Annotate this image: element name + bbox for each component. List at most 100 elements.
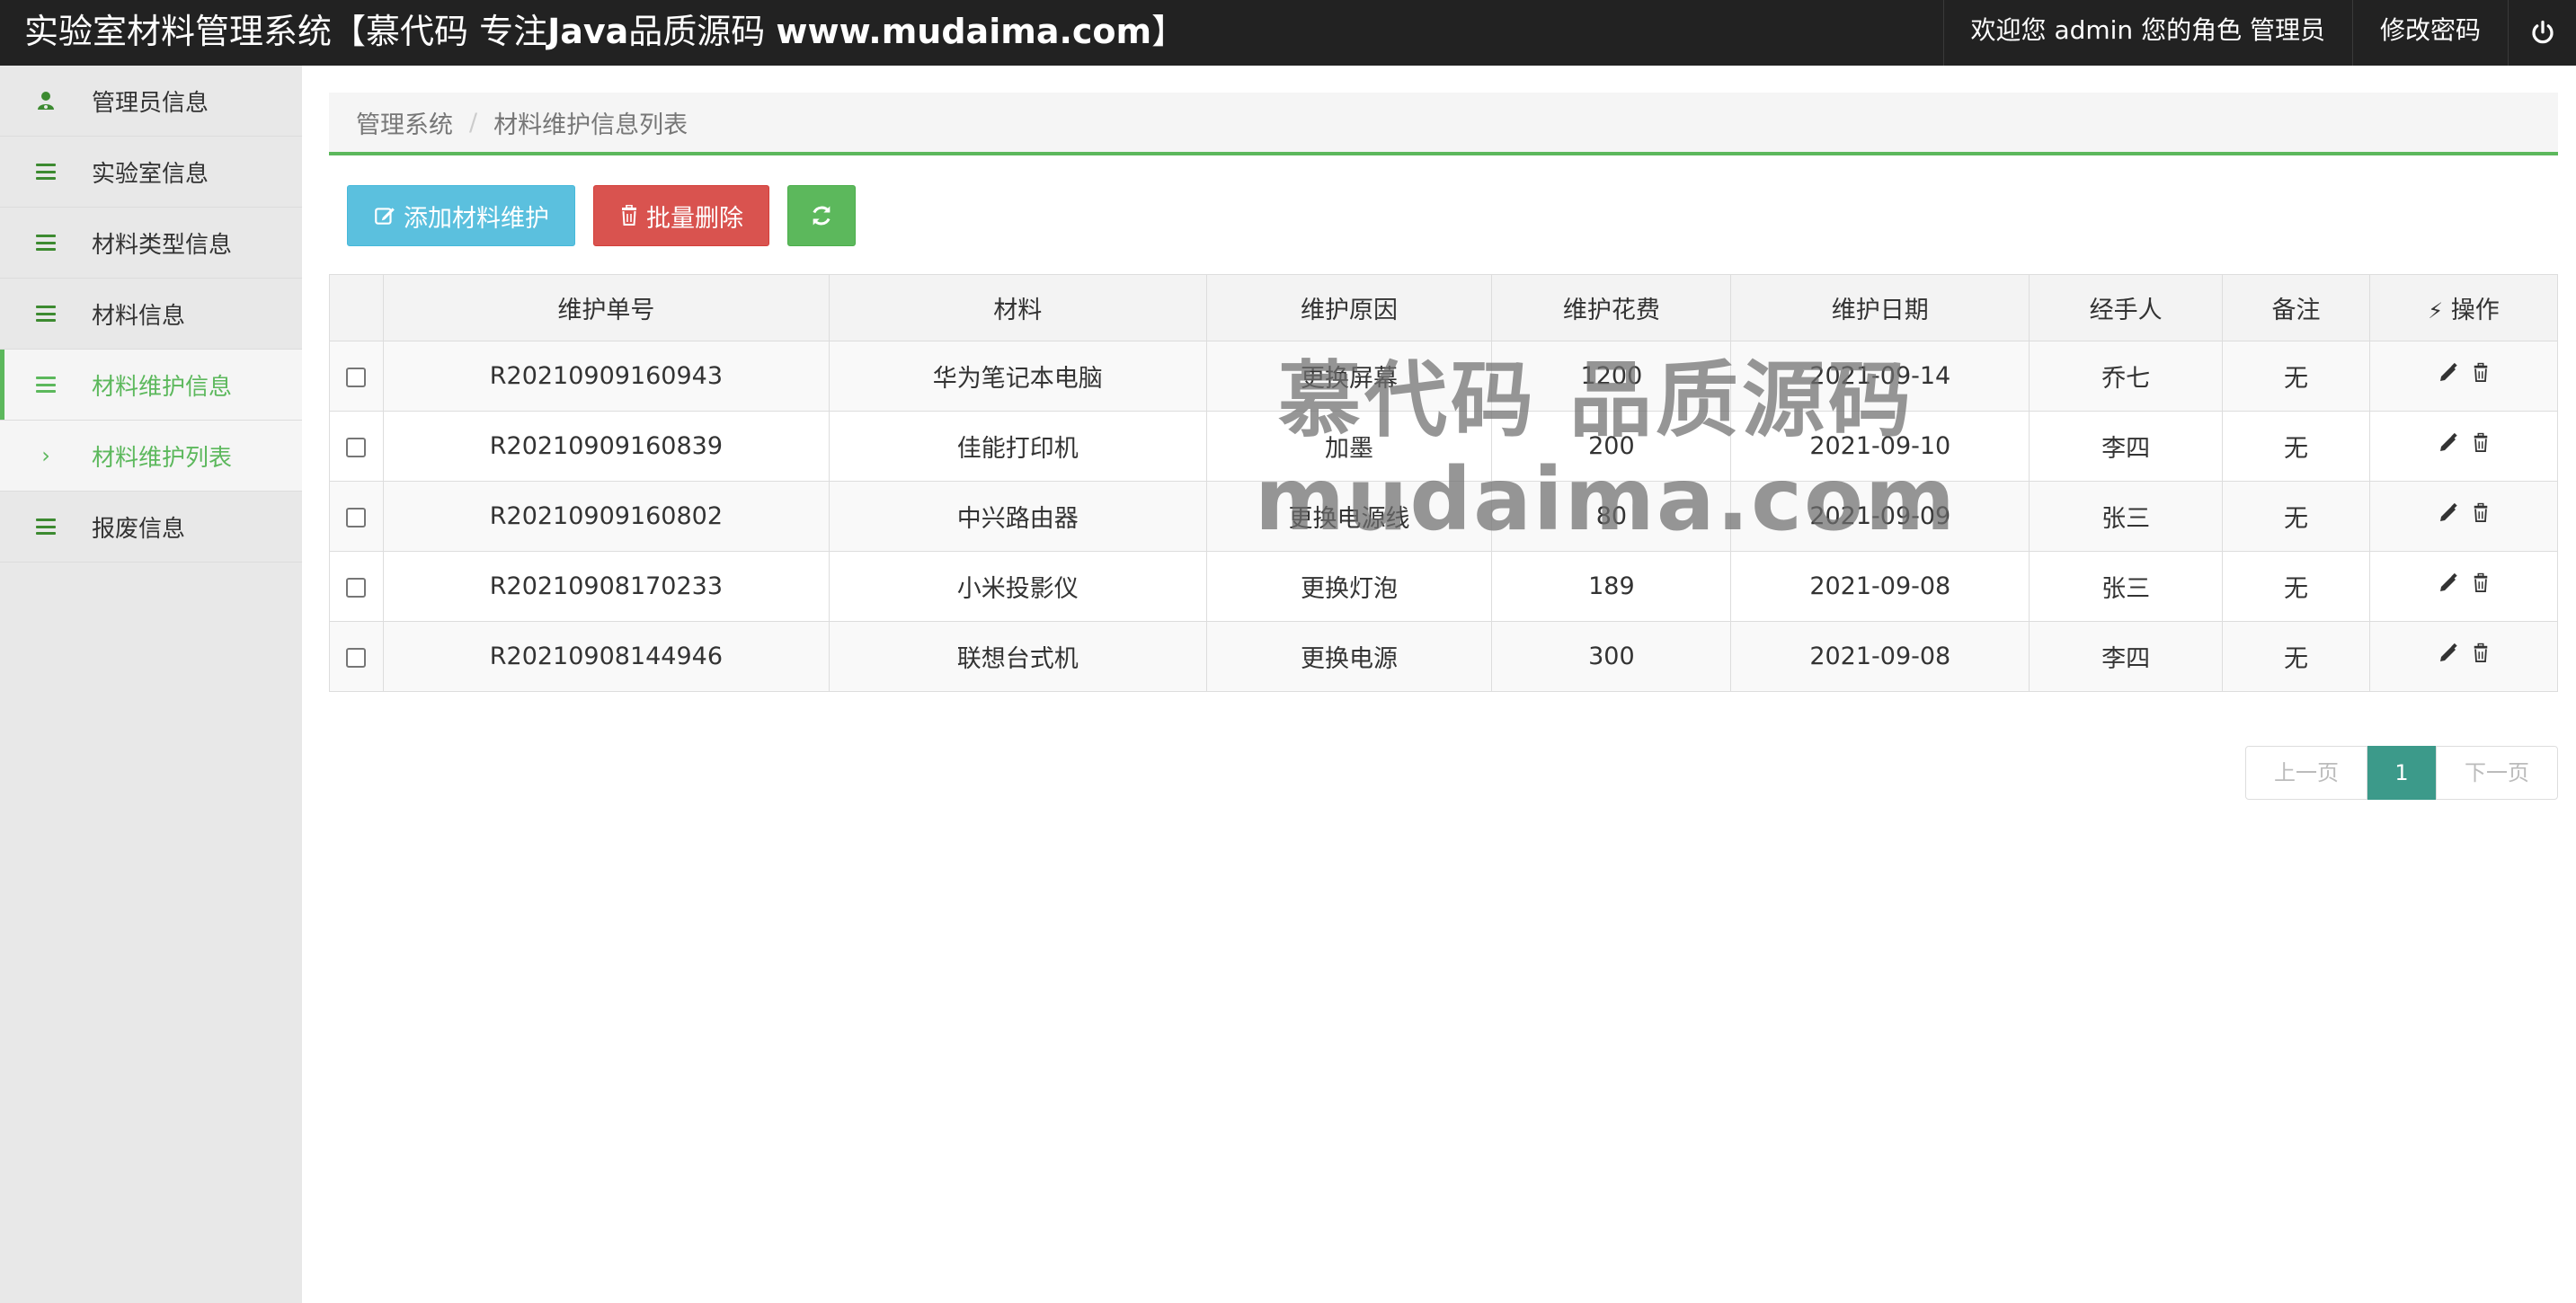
sidebar-item-material-type[interactable]: 材料类型信息 <box>0 208 302 279</box>
row-checkbox[interactable] <box>346 437 367 457</box>
cell-date: 2021-09-10 <box>1730 411 2030 482</box>
cell-cost: 200 <box>1491 411 1732 482</box>
cell-maintenance-no: R20210909160839 <box>382 411 830 482</box>
pencil-icon[interactable] <box>2438 502 2459 524</box>
cell-maintenance-no: R20210909160802 <box>382 481 830 552</box>
cell-reason: 更换灯泡 <box>1205 551 1493 622</box>
header-handler[interactable]: 经手人 <box>2029 274 2224 341</box>
breadcrumb-current: 材料维护信息列表 <box>493 111 688 139</box>
cell-maintenance-no: R20210909160943 <box>382 341 830 412</box>
trash-icon[interactable] <box>2472 502 2490 524</box>
sidebar-item-label: 实验室信息 <box>92 160 209 188</box>
app-title-suffix: 】 <box>1151 12 1186 51</box>
app-title-prefix: 实验室材料管理系统【慕代码 专注 <box>24 12 548 51</box>
cell-actions <box>2369 481 2558 552</box>
sidebar-item-label: 报废信息 <box>92 515 186 543</box>
row-checkbox[interactable] <box>346 577 367 598</box>
add-maintenance-label: 添加材料维护 <box>404 204 549 233</box>
trash-icon[interactable] <box>2472 432 2490 454</box>
sidebar-item-material-info[interactable]: 材料信息 <box>0 279 302 350</box>
cell-reason: 加墨 <box>1205 411 1493 482</box>
cell-note: 无 <box>2222 551 2371 622</box>
table-row: R20210909160839 佳能打印机 加墨 200 2021-09-10 … <box>329 411 2558 482</box>
cell-actions <box>2369 551 2558 622</box>
row-checkbox-cell <box>329 621 384 692</box>
cell-actions <box>2369 341 2558 412</box>
sidebar-subitem-maintenance-list[interactable]: › 材料维护列表 <box>0 421 302 492</box>
header-maintenance-no[interactable]: 维护单号 <box>382 274 830 341</box>
cell-date: 2021-09-08 <box>1730 551 2030 622</box>
header-reason[interactable]: 维护原因 <box>1205 274 1493 341</box>
table-row: R20210908144946 联想台式机 更换电源 300 2021-09-0… <box>329 621 2558 692</box>
sidebar-item-maintenance-info[interactable]: 材料维护信息 <box>0 350 302 421</box>
list-icon <box>0 164 92 180</box>
cell-maintenance-no: R20210908170233 <box>382 551 830 622</box>
header-actions-label: 操作 <box>2450 297 2500 324</box>
main-content: 管理系统 / 材料维护信息列表 添加材料维护 批量删除 维护单号 材料 维护原因… <box>302 66 2576 1303</box>
row-checkbox-cell <box>329 481 384 552</box>
trash-icon[interactable] <box>2472 643 2490 664</box>
cell-note: 无 <box>2222 621 2371 692</box>
header-date[interactable]: 维护日期 <box>1730 274 2030 341</box>
cell-reason: 更换电源 <box>1205 621 1493 692</box>
sidebar-item-admin-info[interactable]: 管理员信息 <box>0 66 302 137</box>
app-title-mid: 品质源码 <box>628 12 777 51</box>
breadcrumb-root[interactable]: 管理系统 <box>356 105 453 140</box>
app-title-java: Java <box>547 12 629 51</box>
top-navbar: 实验室材料管理系统【慕代码 专注Java品质源码 www.mudaima.com… <box>0 0 2576 66</box>
app-title: 实验室材料管理系统【慕代码 专注Java品质源码 www.mudaima.com… <box>24 0 1186 66</box>
add-maintenance-button[interactable]: 添加材料维护 <box>347 185 575 246</box>
cell-reason: 更换电源线 <box>1205 481 1493 552</box>
row-checkbox-cell <box>329 411 384 482</box>
pencil-icon[interactable] <box>2438 572 2459 594</box>
cell-material: 联想台式机 <box>828 621 1207 692</box>
table-header-row: 维护单号 材料 维护原因 维护花费 维护日期 经手人 备注 ⚡︎ 操作 <box>329 274 2558 341</box>
trash-icon[interactable] <box>2472 572 2490 594</box>
sidebar-item-scrap-info[interactable]: 报废信息 <box>0 492 302 563</box>
prev-page-button[interactable]: 上一页 <box>2245 746 2367 800</box>
sidebar-item-label: 材料信息 <box>92 302 186 330</box>
header-note[interactable]: 备注 <box>2222 274 2371 341</box>
breadcrumb: 管理系统 / 材料维护信息列表 <box>329 93 2558 155</box>
toolbar: 添加材料维护 批量删除 <box>347 185 856 246</box>
cell-material: 中兴路由器 <box>828 481 1207 552</box>
row-checkbox[interactable] <box>346 647 367 668</box>
pencil-icon[interactable] <box>2438 643 2459 664</box>
trash-icon <box>622 205 636 226</box>
cell-actions <box>2369 411 2558 482</box>
batch-delete-button[interactable]: 批量删除 <box>593 185 769 246</box>
cell-note: 无 <box>2222 481 2371 552</box>
trash-icon[interactable] <box>2472 362 2490 384</box>
welcome-text[interactable]: 欢迎您 admin 您的角色 管理员 <box>1942 0 2352 66</box>
cell-reason: 更换屏幕 <box>1205 341 1493 412</box>
batch-delete-label: 批量删除 <box>646 204 743 233</box>
row-checkbox[interactable] <box>346 367 367 387</box>
sidebar-item-label: 管理员信息 <box>92 89 209 117</box>
top-right-menu: 欢迎您 admin 您的角色 管理员 修改密码 <box>1942 0 2576 66</box>
pencil-icon[interactable] <box>2438 432 2459 454</box>
header-material[interactable]: 材料 <box>828 274 1207 341</box>
cell-cost: 300 <box>1491 621 1732 692</box>
row-checkbox-cell <box>329 551 384 622</box>
sidebar-item-label: 材料类型信息 <box>92 231 233 259</box>
cell-material: 华为笔记本电脑 <box>828 341 1207 412</box>
cell-handler: 张三 <box>2029 481 2224 552</box>
refresh-button[interactable] <box>787 185 856 246</box>
pencil-icon[interactable] <box>2438 362 2459 384</box>
header-cost[interactable]: 维护花费 <box>1491 274 1732 341</box>
app-title-site: www.mudaima.com <box>776 12 1152 51</box>
cell-handler: 乔七 <box>2029 341 2224 412</box>
change-password-link[interactable]: 修改密码 <box>2351 0 2508 66</box>
sidebar-item-lab-info[interactable]: 实验室信息 <box>0 137 302 208</box>
logout-button[interactable] <box>2508 0 2576 66</box>
edit-icon <box>375 208 395 225</box>
sidebar-item-label: 材料维护信息 <box>92 373 233 401</box>
cell-handler: 张三 <box>2029 551 2224 622</box>
list-icon <box>0 235 92 251</box>
next-page-button[interactable]: 下一页 <box>2436 746 2558 800</box>
user-icon <box>0 90 92 111</box>
page-1-button[interactable]: 1 <box>2367 746 2436 800</box>
bolt-icon: ⚡︎ <box>2428 298 2444 324</box>
row-checkbox[interactable] <box>346 507 367 527</box>
cell-note: 无 <box>2222 341 2371 412</box>
